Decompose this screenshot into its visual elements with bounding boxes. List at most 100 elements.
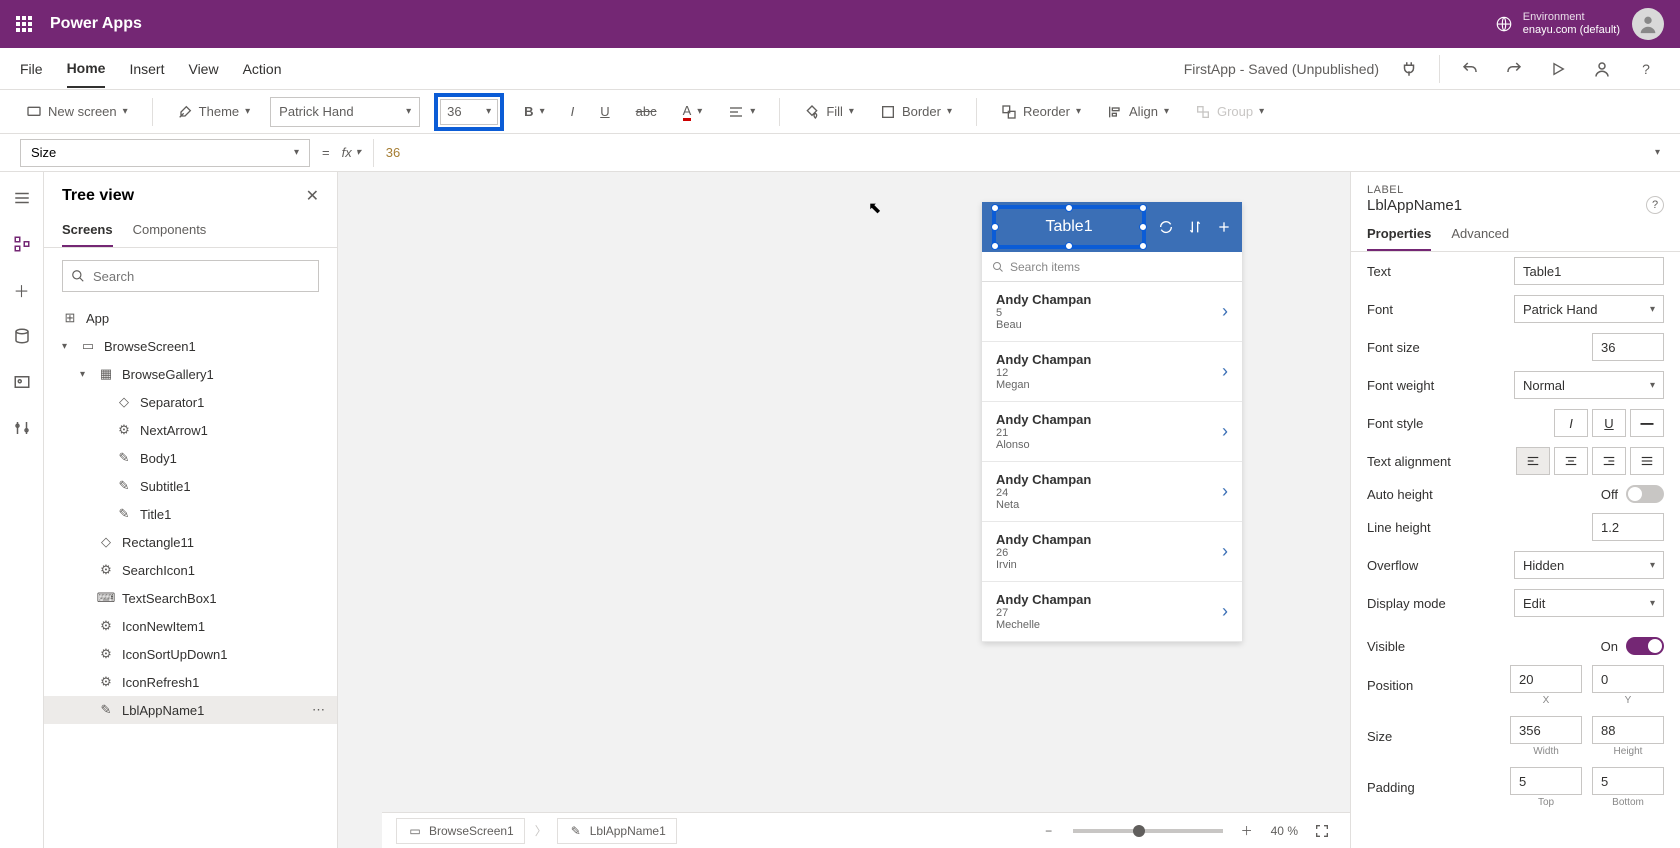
prop-height-input[interactable]: 88 [1592, 716, 1664, 744]
tree-iconsortupdown[interactable]: ⚙IconSortUpDown1 [44, 640, 337, 668]
tree-lblappname[interactable]: ✎LblAppName1⋯ [44, 696, 337, 724]
chevron-right-icon[interactable]: › [1222, 601, 1228, 622]
theme-button[interactable]: Theme▾ [171, 100, 257, 124]
fx-button[interactable]: fx▾ [342, 145, 361, 160]
zoom-slider[interactable] [1073, 829, 1223, 833]
chevron-down-icon[interactable]: ▾ [80, 369, 90, 380]
tree-separator[interactable]: ◇Separator1 [44, 388, 337, 416]
tree-nextarrow[interactable]: ⚙NextArrow1 [44, 416, 337, 444]
play-icon[interactable] [1544, 55, 1572, 83]
property-select[interactable]: Size▾ [20, 139, 310, 167]
reorder-button[interactable]: Reorder▾ [995, 100, 1087, 124]
tree-browsegallery[interactable]: ▾▦BrowseGallery1 [44, 360, 337, 388]
formula-expand-icon[interactable]: ▾ [1655, 147, 1660, 158]
tree-subtitle[interactable]: ✎Subtitle1 [44, 472, 337, 500]
gallery-item[interactable]: Andy Champan21Alonso› [982, 402, 1242, 462]
zoom-out-icon[interactable]: − [1035, 817, 1063, 845]
menu-file[interactable]: File [20, 51, 43, 87]
data-icon[interactable] [8, 322, 36, 350]
bold-button[interactable]: B▾ [518, 100, 550, 123]
gallery-item[interactable]: Andy Champan27Mechelle› [982, 582, 1242, 642]
menu-home[interactable]: Home [67, 50, 106, 88]
formula-input[interactable]: 36 [386, 145, 1643, 160]
breadcrumb-control[interactable]: ✎LblAppName1 [557, 818, 677, 844]
prop-y-input[interactable]: 0 [1592, 665, 1664, 693]
fill-button[interactable]: Fill▾ [798, 100, 860, 124]
strikethrough-button[interactable]: abc [630, 100, 663, 123]
chevron-right-icon[interactable]: › [1222, 361, 1228, 382]
prop-width-input[interactable]: 356 [1510, 716, 1582, 744]
gallery-item[interactable]: Andy Champan12Megan› [982, 342, 1242, 402]
undo-icon[interactable] [1456, 55, 1484, 83]
visible-toggle[interactable] [1626, 637, 1664, 655]
strike-toggle[interactable]: — [1630, 409, 1664, 437]
environment-picker[interactable]: Environment enayu.com (default) [1495, 11, 1620, 37]
share-icon[interactable] [1588, 55, 1616, 83]
tab-properties[interactable]: Properties [1367, 218, 1431, 251]
chevron-right-icon[interactable]: › [1222, 421, 1228, 442]
menu-insert[interactable]: Insert [129, 51, 164, 87]
group-button[interactable]: Group▾ [1189, 100, 1270, 124]
prop-fontsize-input[interactable]: 36 [1592, 333, 1664, 361]
chevron-right-icon[interactable]: › [1222, 301, 1228, 322]
prop-padtop-input[interactable]: 5 [1510, 767, 1582, 795]
close-icon[interactable]: ✕ [306, 186, 319, 206]
prop-x-input[interactable]: 20 [1510, 665, 1582, 693]
textalign-button[interactable]: ▾ [722, 100, 761, 124]
fontcolor-button[interactable]: A▾ [677, 99, 709, 125]
tree-iconrefresh[interactable]: ⚙IconRefresh1 [44, 668, 337, 696]
italic-button[interactable]: I [565, 100, 581, 123]
gallery-item[interactable]: Andy Champan5Beau› [982, 282, 1242, 342]
add-icon[interactable] [1215, 218, 1232, 236]
user-avatar[interactable] [1632, 8, 1664, 40]
selected-label[interactable]: Table1 [992, 205, 1146, 249]
font-select[interactable]: Patrick Hand▾ [270, 97, 420, 127]
more-icon[interactable]: ⋯ [312, 702, 325, 718]
breadcrumb-screen[interactable]: ▭BrowseScreen1 [396, 818, 525, 844]
canvas[interactable]: ⬉ Table1 Search items Andy Champan5Beau›… [338, 172, 1350, 848]
autoheight-toggle[interactable] [1626, 485, 1664, 503]
align-right[interactable] [1592, 447, 1626, 475]
prop-padbottom-input[interactable]: 5 [1592, 767, 1664, 795]
prop-text-input[interactable]: Table1 [1514, 257, 1664, 285]
tab-advanced[interactable]: Advanced [1451, 218, 1509, 251]
refresh-icon[interactable] [1158, 218, 1175, 236]
phone-search[interactable]: Search items [982, 252, 1242, 282]
italic-toggle[interactable]: I [1554, 409, 1588, 437]
help-icon[interactable]: ? [1646, 196, 1664, 214]
tab-screens[interactable]: Screens [62, 214, 113, 247]
tree-searchicon[interactable]: ⚙SearchIcon1 [44, 556, 337, 584]
chevron-right-icon[interactable]: › [1222, 541, 1228, 562]
newscreen-button[interactable]: New screen▾ [20, 100, 134, 124]
prop-overflow-select[interactable]: Hidden▾ [1514, 551, 1664, 579]
prop-lineheight-input[interactable]: 1.2 [1592, 513, 1664, 541]
tree-title[interactable]: ✎Title1 [44, 500, 337, 528]
menu-view[interactable]: View [188, 51, 218, 87]
sort-icon[interactable] [1187, 218, 1204, 236]
treeview-icon[interactable] [8, 230, 36, 258]
fit-icon[interactable] [1308, 817, 1336, 845]
fontsize-input[interactable]: 36▾ [440, 99, 498, 125]
align-center[interactable] [1554, 447, 1588, 475]
chevron-down-icon[interactable]: ▾ [62, 341, 72, 352]
redo-icon[interactable] [1500, 55, 1528, 83]
tree-iconnewitem[interactable]: ⚙IconNewItem1 [44, 612, 337, 640]
waffle-icon[interactable] [16, 16, 32, 32]
prop-font-select[interactable]: Patrick Hand▾ [1514, 295, 1664, 323]
zoom-in-icon[interactable]: ＋ [1233, 817, 1261, 845]
underline-button[interactable]: U [594, 100, 615, 123]
prop-fontweight-select[interactable]: Normal▾ [1514, 371, 1664, 399]
gallery-item[interactable]: Andy Champan26Irvin› [982, 522, 1242, 582]
help-icon[interactable]: ? [1632, 55, 1660, 83]
menu-action[interactable]: Action [243, 51, 282, 87]
prop-displaymode-select[interactable]: Edit▾ [1514, 589, 1664, 617]
align-justify[interactable] [1630, 447, 1664, 475]
gallery-item[interactable]: Andy Champan24Neta› [982, 462, 1242, 522]
hamburger-icon[interactable] [8, 184, 36, 212]
underline-toggle[interactable]: U [1592, 409, 1626, 437]
tree-browsescreen[interactable]: ▾▭BrowseScreen1 [44, 332, 337, 360]
tree-rectangle[interactable]: ◇Rectangle11 [44, 528, 337, 556]
tools-icon[interactable] [8, 414, 36, 442]
media-icon[interactable] [8, 368, 36, 396]
chevron-right-icon[interactable]: › [1222, 481, 1228, 502]
